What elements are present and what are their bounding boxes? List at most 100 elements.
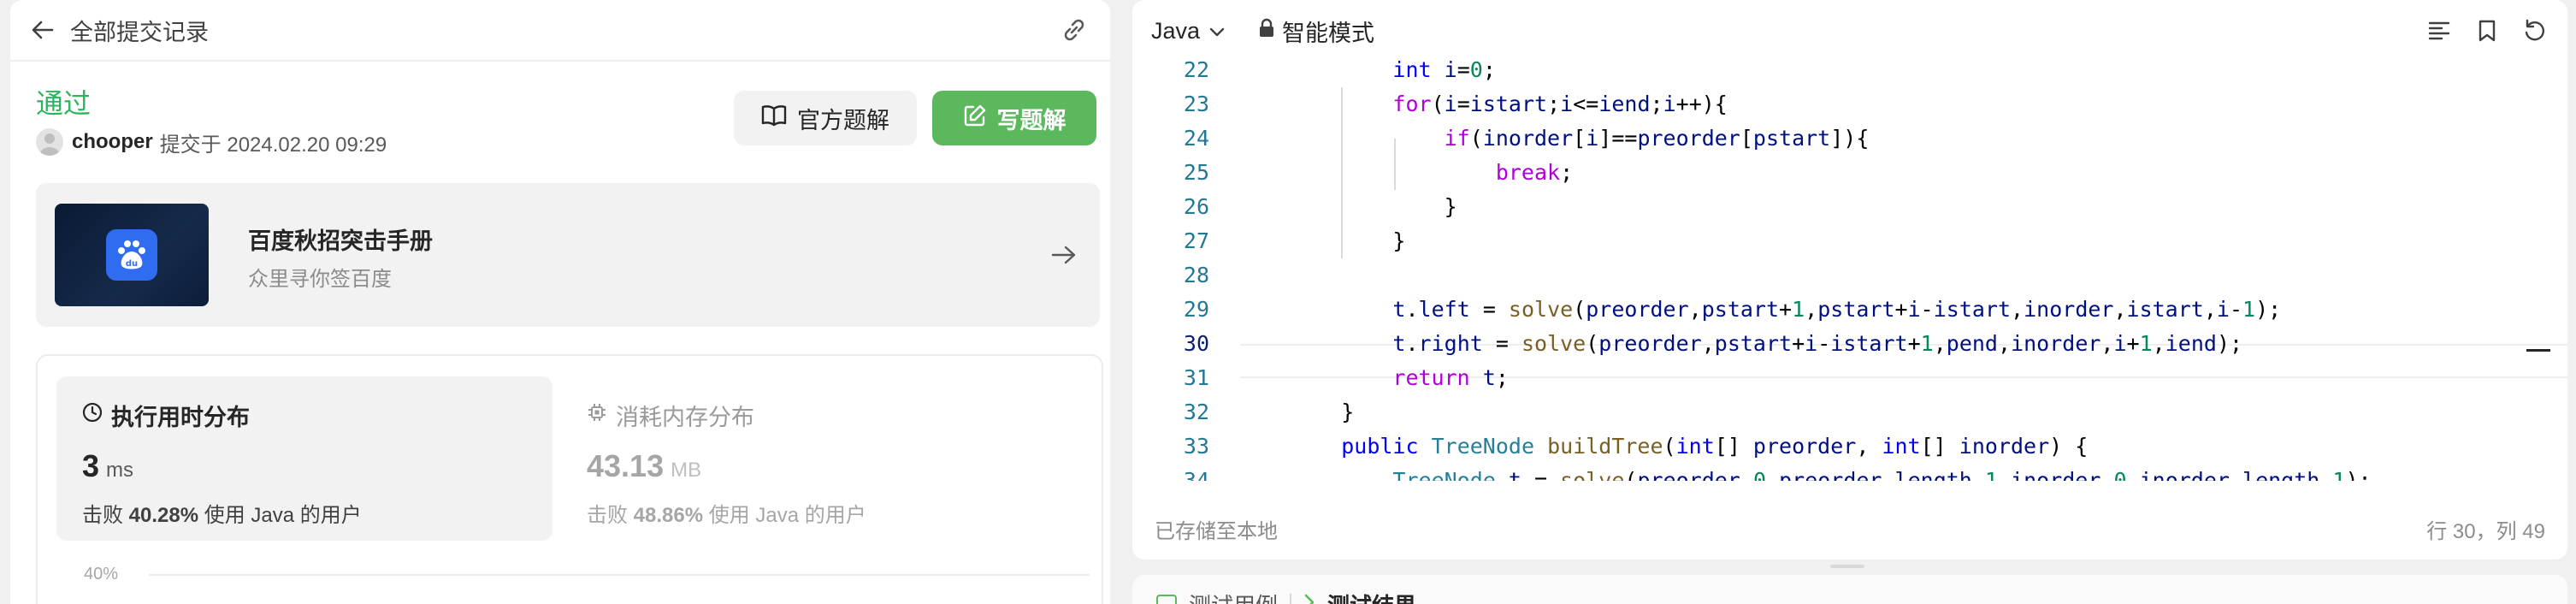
memory-beat-text: 击败 48.86% 使用 Java 的用户 bbox=[587, 498, 866, 528]
code-text: } bbox=[1290, 400, 1355, 424]
submitter-info: chooper 提交于 2024.02.20 09:29 bbox=[36, 127, 387, 157]
line-number: 27 bbox=[1183, 228, 1209, 253]
promo-logo-text: du bbox=[126, 259, 138, 269]
line-number: 26 bbox=[1183, 194, 1209, 219]
runtime-beat-prefix: 击败 bbox=[82, 504, 123, 527]
reset-icon[interactable] bbox=[2521, 17, 2549, 44]
write-solution-label: 写题解 bbox=[996, 107, 1066, 133]
promo-card[interactable]: du 百度秋招突击手册 众里寻你签百度 bbox=[36, 183, 1100, 327]
memory-unit: MB bbox=[671, 459, 702, 482]
memory-value: 43.13 MB bbox=[587, 448, 701, 484]
test-panel-tabs: 测试用例 测试结果 bbox=[1156, 589, 1416, 604]
code-line: 24 if(inorder[i]==preorder[pstart]){ bbox=[1132, 121, 2567, 156]
code-editor[interactable]: 22 int i=0; 23 for(i=istart;i<=iend;i++)… bbox=[1132, 53, 2567, 481]
code-text: } bbox=[1290, 194, 1457, 219]
code-text: for(i=istart;i<=iend;i++){ bbox=[1392, 92, 1728, 116]
code-line: 28 bbox=[1132, 258, 2567, 293]
line-number: 22 bbox=[1183, 57, 1209, 82]
promo-subtitle: 众里寻你签百度 bbox=[248, 268, 392, 291]
line-number: 32 bbox=[1183, 400, 1209, 424]
tab-divider bbox=[1290, 593, 1292, 604]
memory-beat-prefix: 击败 bbox=[587, 504, 628, 527]
memory-number: 43.13 bbox=[587, 448, 665, 483]
memory-stat-heading: 消耗内存分布 bbox=[587, 399, 754, 432]
checkbox-icon bbox=[1156, 594, 1177, 604]
chevron-right-icon bbox=[1303, 591, 1315, 604]
line-number: 25 bbox=[1183, 160, 1209, 185]
runtime-beat-text: 击败 40.28% 使用 Java 的用户 bbox=[82, 498, 362, 528]
code-line-current: 30 t.right = solve(preorder,pstart+i-ist… bbox=[1132, 327, 2567, 361]
memory-stat-title: 消耗内存分布 bbox=[616, 405, 754, 430]
code-line: 22 int i=0; bbox=[1132, 53, 2567, 87]
write-solution-button[interactable]: 写题解 bbox=[932, 91, 1096, 145]
promo-thumbnail: du bbox=[55, 204, 209, 306]
code-line: 23 for(i=istart;i<=iend;i++){ bbox=[1132, 87, 2567, 121]
line-number: 31 bbox=[1183, 365, 1209, 390]
official-solution-label: 官方题解 bbox=[797, 107, 889, 133]
runtime-stat-heading: 执行用时分布 bbox=[82, 399, 250, 432]
runtime-stat-title: 执行用时分布 bbox=[111, 405, 250, 430]
code-line: 34 TreeNode t = solve(preorder,0,preorde… bbox=[1132, 464, 2567, 481]
official-solution-button[interactable]: 官方题解 bbox=[734, 91, 917, 145]
code-text: break; bbox=[1495, 160, 1574, 185]
code-line: 29 t.left = solve(preorder,pstart+1,psta… bbox=[1132, 293, 2567, 327]
format-icon[interactable] bbox=[2425, 17, 2453, 44]
editor-status-bar: 已存储至本地 行 30，列 49 bbox=[1132, 505, 2567, 553]
baidu-logo-icon: du bbox=[106, 229, 157, 281]
line-number: 34 bbox=[1183, 468, 1209, 481]
code-line: 32 } bbox=[1132, 395, 2567, 429]
runtime-stat-tab[interactable]: 执行用时分布 3 ms 击败 40.28% 使用 Java 的用户 bbox=[56, 376, 552, 541]
link-icon[interactable] bbox=[1057, 13, 1091, 47]
line-number: 30 bbox=[1183, 331, 1209, 356]
test-panel: 测试用例 测试结果 bbox=[1132, 575, 2567, 604]
back-to-submissions-link[interactable]: 全部提交记录 bbox=[70, 14, 209, 47]
book-icon bbox=[761, 104, 787, 133]
runtime-beat-suffix: 使用 Java 的用户 bbox=[204, 504, 362, 527]
save-status: 已存储至本地 bbox=[1155, 519, 1278, 543]
memory-stat-tab[interactable]: 消耗内存分布 43.13 MB 击败 48.86% 使用 Java 的用户 bbox=[587, 376, 1066, 541]
line-number: 23 bbox=[1183, 92, 1209, 116]
line-number: 24 bbox=[1183, 126, 1209, 151]
overview-ruler-cursor bbox=[2526, 349, 2550, 352]
code-line: 27 } bbox=[1132, 224, 2567, 258]
avatar[interactable] bbox=[36, 128, 63, 156]
lock-icon bbox=[1258, 18, 1275, 44]
bookmark-icon[interactable] bbox=[2473, 17, 2501, 44]
code-text: public TreeNode buildTree(int[] preorder… bbox=[1341, 434, 2089, 459]
code-line: 25 break; bbox=[1132, 156, 2567, 190]
code-text: t.left = solve(preorder,pstart+1,pstart+… bbox=[1392, 297, 2282, 322]
cursor-position: 行 30，列 49 bbox=[2426, 519, 2545, 543]
code-editor-panel: Java 智能模式 22 int i=0; 23 for(i=istart;i<… bbox=[1132, 0, 2567, 560]
code-text: t.right = solve(preorder,pstart+i-istart… bbox=[1392, 331, 2243, 356]
code-text: } bbox=[1290, 228, 1406, 253]
runtime-beat-percent: 40.28% bbox=[128, 504, 199, 527]
submitter-name[interactable]: chooper bbox=[72, 130, 153, 154]
submission-status: 通过 bbox=[36, 88, 92, 119]
language-label: Java bbox=[1151, 17, 1201, 44]
distribution-axis-label: 40% bbox=[84, 565, 119, 583]
clock-icon bbox=[82, 402, 103, 429]
submission-header: 全部提交记录 bbox=[10, 0, 1110, 62]
indent-guide bbox=[1341, 87, 1343, 258]
promo-title: 百度秋招突击手册 bbox=[248, 228, 433, 254]
performance-stats-card: 执行用时分布 3 ms 击败 40.28% 使用 Java 的用户 消耗内存分布 … bbox=[36, 354, 1103, 604]
panel-resize-handle[interactable] bbox=[1830, 565, 1864, 568]
code-text: TreeNode t = solve(preorder,0,preorder.l… bbox=[1392, 468, 2372, 481]
line-number: 29 bbox=[1183, 297, 1209, 322]
editor-toolbar-actions bbox=[2425, 17, 2549, 44]
smart-mode-toggle[interactable]: 智能模式 bbox=[1258, 15, 1374, 48]
line-number: 33 bbox=[1183, 434, 1209, 459]
tab-test-result[interactable]: 测试结果 bbox=[1327, 589, 1416, 604]
edit-icon bbox=[963, 104, 987, 133]
code-text: int i=0; bbox=[1392, 57, 1496, 82]
code-line: 26 } bbox=[1132, 190, 2567, 224]
tab-test-case[interactable]: 测试用例 bbox=[1189, 589, 1278, 604]
arrow-left-icon[interactable] bbox=[29, 16, 56, 44]
code-line: 31 return t; bbox=[1132, 361, 2567, 395]
memory-beat-percent: 48.86% bbox=[633, 504, 704, 527]
submission-detail-panel: 全部提交记录 通过 chooper 提交于 2024.02.20 09:29 官… bbox=[10, 0, 1110, 604]
indent-guide bbox=[1394, 139, 1396, 190]
language-select[interactable]: Java bbox=[1151, 18, 1226, 44]
chevron-down-icon bbox=[1208, 18, 1226, 44]
smart-mode-label: 智能模式 bbox=[1282, 20, 1375, 46]
